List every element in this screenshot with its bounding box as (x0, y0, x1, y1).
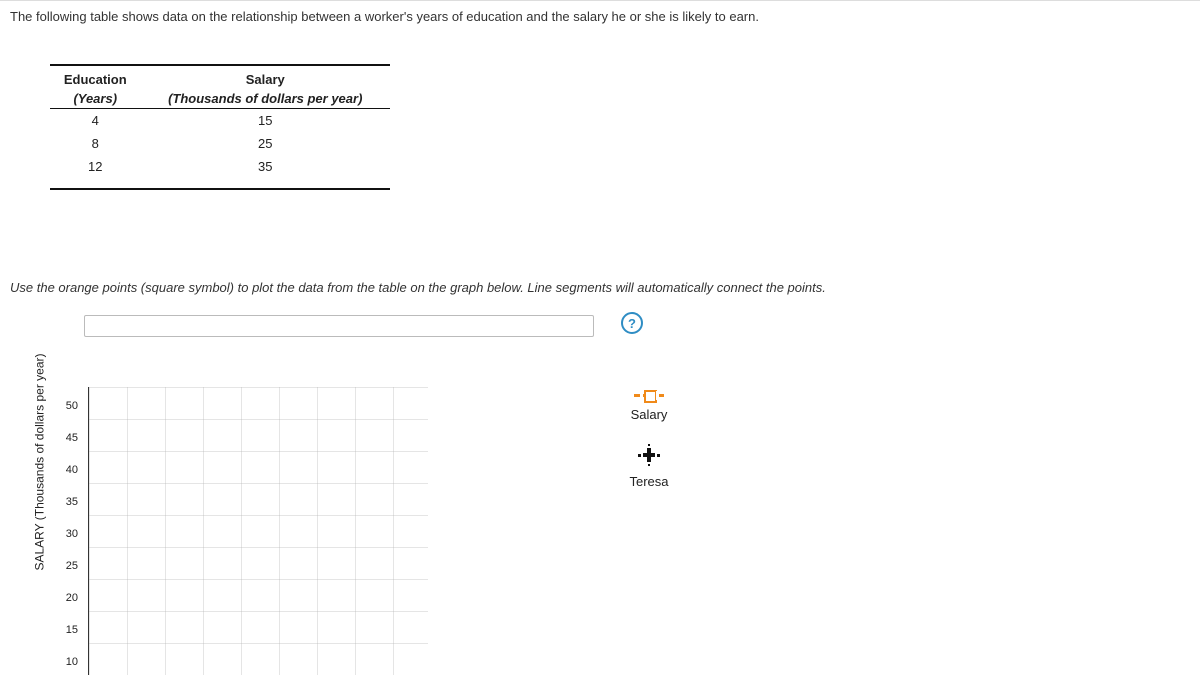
intro-text: The following table shows data on the re… (10, 9, 1190, 24)
y-tick: 15 (66, 614, 78, 646)
legend-label: Salary (631, 407, 668, 422)
legend-label: Teresa (629, 474, 668, 489)
cell-sal: 15 (141, 109, 391, 133)
legend-item-teresa[interactable]: Teresa (619, 446, 679, 489)
th-education-unit: (Years) (50, 89, 141, 109)
data-table: Education Salary (Years) (Thousands of d… (50, 64, 390, 190)
table-row: 4 15 (50, 109, 390, 133)
cell-sal: 35 (141, 155, 391, 178)
cell-edu: 8 (50, 132, 141, 155)
table-row: 8 25 (50, 132, 390, 155)
square-orange-icon (634, 394, 664, 397)
cell-edu: 12 (50, 155, 141, 178)
y-axis-ticks: 50 45 40 35 30 25 20 15 10 (50, 315, 78, 678)
y-tick: 10 (66, 646, 78, 678)
y-tick: 30 (66, 518, 78, 550)
cell-edu: 4 (50, 109, 141, 133)
y-tick: 25 (66, 550, 78, 582)
help-icon[interactable]: ? (621, 312, 643, 334)
th-salary-unit: (Thousands of dollars per year) (141, 89, 391, 109)
y-tick: 40 (66, 454, 78, 486)
graph-toolbar[interactable] (84, 315, 594, 337)
y-axis-label: SALARY (Thousands of dollars per year) (32, 353, 46, 570)
th-education: Education (50, 70, 141, 89)
instructions-text: Use the orange points (square symbol) to… (10, 280, 1190, 295)
table-row: 12 35 (50, 155, 390, 178)
y-tick: 50 (66, 390, 78, 422)
y-tick: 45 (66, 422, 78, 454)
y-tick: 35 (66, 486, 78, 518)
y-tick: 20 (66, 582, 78, 614)
th-salary: Salary (141, 70, 391, 89)
legend-item-salary[interactable]: Salary (619, 394, 679, 422)
cell-sal: 25 (141, 132, 391, 155)
plot-area[interactable] (88, 387, 428, 675)
cross-black-icon (638, 446, 660, 464)
